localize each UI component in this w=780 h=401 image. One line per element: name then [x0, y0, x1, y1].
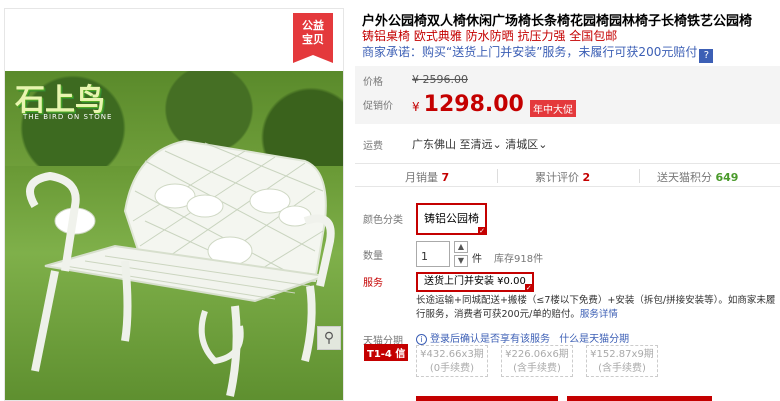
- plan-fee: (含手续费): [598, 363, 646, 374]
- quantity-increase-button[interactable]: ▲: [454, 241, 468, 253]
- monthly-sales-label: 月销量: [405, 171, 438, 184]
- service-option[interactable]: 送货上门并安装 ¥0.00: [416, 272, 534, 292]
- monthly-sales: 月销量 7: [405, 169, 449, 185]
- ship-from: 广东佛山: [412, 138, 456, 151]
- promo-tag: 年中大促: [530, 100, 576, 117]
- what-is-installment-link[interactable]: 什么是天猫分期: [559, 334, 629, 345]
- installment-plan-6[interactable]: ¥226.06x6期 (含手续费): [501, 345, 573, 377]
- color-label: 颜色分类: [363, 215, 403, 226]
- service-detail-link[interactable]: 服务详情: [580, 309, 618, 320]
- ship-to-label: 至清远: [459, 138, 493, 151]
- promo-price: ¥1298.00: [412, 92, 524, 117]
- chevron-down-icon: ⌄: [492, 138, 502, 151]
- add-to-cart-button[interactable]: [567, 396, 712, 401]
- sales-stats: 月销量 7 累计评价 2 送天猫积分 649: [355, 163, 780, 187]
- product-subtitle: 铸铝桌椅 欧式典雅 防水防晒 抗压力强 全国包邮: [362, 29, 618, 43]
- tmall-points-label: 送天猫积分: [657, 171, 712, 184]
- info-icon: i: [416, 334, 427, 345]
- zoom-icon[interactable]: ⚲: [317, 326, 341, 350]
- plan-fee: (0手续费): [429, 363, 475, 374]
- review-count-label: 累计评价: [535, 171, 579, 184]
- shipping-label: 运费: [363, 141, 383, 152]
- currency-symbol: ¥: [412, 100, 420, 114]
- district-select[interactable]: 清城区⌄: [505, 138, 547, 151]
- installment-plan-3[interactable]: ¥432.66x3期 (0手续费): [416, 345, 488, 377]
- service-label: 服务: [363, 278, 383, 289]
- help-icon[interactable]: ?: [699, 49, 714, 63]
- installment-tag: T1-4 信: [364, 344, 409, 361]
- charity-badge: 公益 宝贝: [293, 13, 333, 63]
- review-count-value: 2: [582, 171, 591, 184]
- chevron-down-icon: ⌄: [538, 138, 548, 151]
- brand-logo-subtitle: THE BIRD ON STONE: [23, 113, 113, 121]
- promo-price-label: 促销价: [363, 101, 393, 112]
- product-page: ⚲ 石上鸟 THE BIRD ON STONE 公益 宝贝 户外公园椅双人椅休闲…: [0, 0, 780, 401]
- promise-text[interactable]: 商家承诺：购买“送货上门并安装”服务，未履行可获200元赔付: [362, 45, 697, 59]
- original-price-label: 价格: [363, 77, 383, 88]
- merchant-promise: 商家承诺：购买“送货上门并安装”服务，未履行可获200元赔付?: [362, 43, 714, 63]
- plan-amount: ¥432.66x3期: [420, 349, 484, 360]
- monthly-sales-value: 7: [441, 171, 450, 184]
- tmall-points: 送天猫积分 649: [657, 169, 738, 185]
- tmall-points-value: 649: [715, 171, 739, 184]
- installment-plan-9[interactable]: ¥152.87x9期 (含手续费): [586, 345, 658, 377]
- shipping-info: 广东佛山 至清远⌄ 清城区⌄: [412, 136, 547, 152]
- plan-fee: (含手续费): [513, 363, 561, 374]
- quantity-input[interactable]: 1: [416, 241, 450, 267]
- product-image-panel: ⚲ 石上鸟 THE BIRD ON STONE 公益 宝贝: [4, 8, 344, 401]
- buy-now-button[interactable]: [416, 396, 558, 401]
- ship-to-select[interactable]: 至清远⌄: [460, 138, 502, 151]
- quantity-label: 数量: [363, 251, 383, 262]
- review-count[interactable]: 累计评价 2: [535, 169, 590, 185]
- stock-text: 库存918件: [494, 254, 544, 265]
- divider: [497, 169, 498, 183]
- badge-line-1: 公益: [302, 19, 324, 32]
- divider: [639, 169, 640, 183]
- plan-amount: ¥152.87x9期: [590, 349, 654, 360]
- promo-price-value: 1298.00: [423, 92, 524, 117]
- badge-line-2: 宝贝: [302, 33, 324, 46]
- quantity-unit: 件: [472, 254, 482, 265]
- original-price: ¥ 2596.00: [412, 73, 468, 86]
- installment-login: i 登录后确认是否享有该服务 什么是天猫分期: [416, 330, 629, 345]
- login-link[interactable]: 登录后确认是否享有该服务: [430, 334, 550, 345]
- district-label: 清城区: [505, 138, 539, 151]
- service-note: 长途运输+同城配送+搬楼（≤7楼以下免费）+安装（拆包/拼接安装等）。如商家未履…: [416, 294, 778, 322]
- color-option[interactable]: 铸铝公园椅: [416, 203, 487, 235]
- quantity-decrease-button[interactable]: ▼: [454, 255, 468, 267]
- plan-amount: ¥226.06x6期: [505, 349, 569, 360]
